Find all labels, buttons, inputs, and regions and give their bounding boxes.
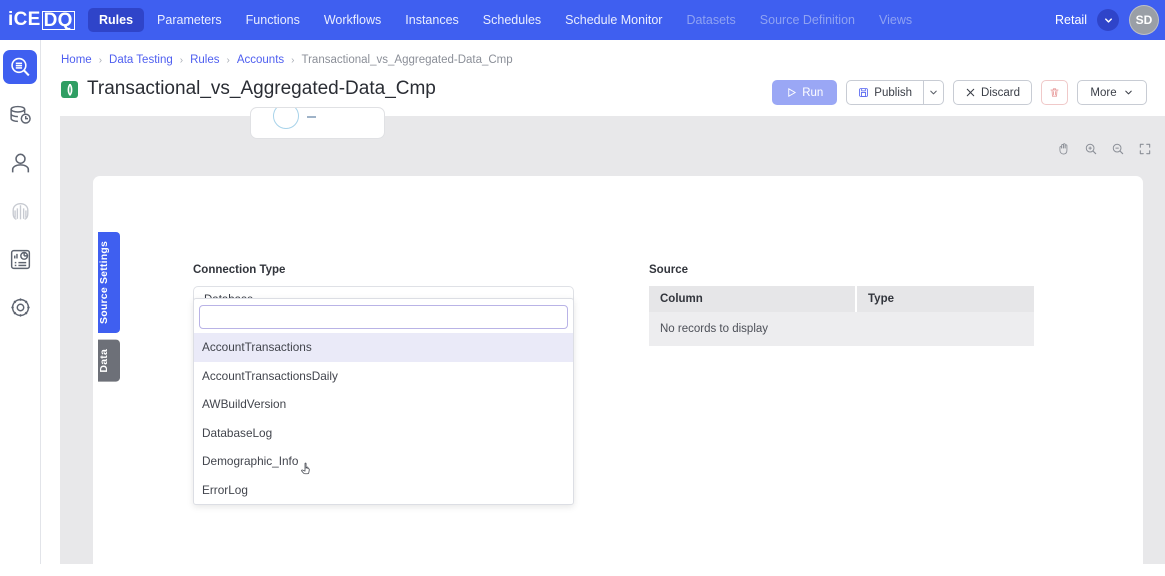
brand-boxed: DQ bbox=[41, 9, 75, 31]
breadcrumb-item-0[interactable]: Home bbox=[61, 54, 92, 66]
source-settings-panel: Source Settings Data Connection Type Data… bbox=[93, 176, 1143, 576]
nav-item-rules[interactable]: Rules bbox=[88, 8, 145, 32]
zoom-in-icon[interactable] bbox=[1084, 142, 1098, 156]
dropdown-option[interactable]: Demographic_Info bbox=[194, 447, 573, 476]
publish-chevron-down-icon[interactable] bbox=[923, 80, 945, 105]
dropdown-search-input[interactable] bbox=[199, 305, 568, 329]
run-button[interactable]: Run bbox=[772, 80, 838, 105]
breadcrumb-item-1[interactable]: Data Testing bbox=[109, 54, 173, 66]
top-navigation-bar: iCE DQ Rules Parameters Functions Workflows I… bbox=[0, 0, 1165, 40]
report-dashboard-icon[interactable] bbox=[3, 242, 37, 276]
table-dropdown-menu: AccountTransactions AccountTransactionsDa… bbox=[193, 298, 574, 505]
node-circle-icon bbox=[273, 108, 299, 129]
vtab-source-settings[interactable]: Source Settings bbox=[98, 232, 120, 333]
breadcrumb: Home › Data Testing › Rules › Accounts › Transac… bbox=[61, 54, 513, 66]
tenant-chevron-down-icon[interactable] bbox=[1097, 9, 1119, 31]
nav-item-functions[interactable]: Functions bbox=[235, 8, 311, 32]
publish-button[interactable]: Publish bbox=[846, 80, 924, 105]
tenant-label: Retail bbox=[1055, 13, 1087, 27]
canvas-tools bbox=[1057, 142, 1152, 156]
nav-item-parameters[interactable]: Parameters bbox=[146, 8, 233, 32]
dropdown-option[interactable]: AWBuildVersion bbox=[194, 390, 573, 419]
page-title-row: () Transactional_vs_Aggregated-Data_Cmp bbox=[61, 78, 436, 100]
source-column-header-column: Column bbox=[649, 286, 857, 312]
brand-logo[interactable]: iCE DQ bbox=[8, 9, 78, 31]
discard-button-label: Discard bbox=[981, 86, 1020, 99]
nav-item-datasets: Datasets bbox=[686, 13, 736, 27]
nav-item-views: Views bbox=[879, 13, 913, 27]
dropdown-option[interactable]: ErrorLog bbox=[194, 476, 573, 505]
breadcrumb-separator: › bbox=[226, 54, 230, 66]
nav-item-source-definition: Source Definition bbox=[759, 13, 855, 27]
breadcrumb-separator: › bbox=[291, 54, 295, 66]
mouse-cursor-icon bbox=[299, 460, 315, 483]
breadcrumb-item-3[interactable]: Accounts bbox=[237, 54, 284, 66]
more-button[interactable]: More bbox=[1077, 80, 1147, 105]
breadcrumb-separator: › bbox=[98, 54, 103, 66]
dropdown-option[interactable]: AccountTransactions bbox=[194, 333, 573, 362]
brand-prefix: iCE bbox=[8, 9, 41, 30]
page-actions: Run Publish Discard More bbox=[772, 80, 1147, 105]
user-icon[interactable] bbox=[3, 146, 37, 180]
nav-item-schedule-monitor[interactable]: Schedule Monitor bbox=[554, 8, 673, 32]
nav-items: Rules Parameters Functions Workflows Instanc… bbox=[88, 8, 923, 32]
breadcrumb-item-2[interactable]: Rules bbox=[190, 54, 219, 66]
gear-icon[interactable] bbox=[3, 290, 37, 324]
rule-canvas[interactable]: Source Settings Data Connection Type Data… bbox=[60, 107, 1165, 576]
panel-vertical-tabs: Source Settings Data bbox=[98, 232, 120, 382]
more-button-label: More bbox=[1090, 86, 1117, 99]
pan-hand-icon[interactable] bbox=[1057, 142, 1071, 156]
source-table-header: Column Type bbox=[649, 286, 1034, 312]
fit-screen-icon[interactable] bbox=[1138, 142, 1152, 156]
nav-item-instances[interactable]: Instances bbox=[394, 8, 470, 32]
breadcrumb-separator: › bbox=[179, 54, 184, 66]
discard-button[interactable]: Discard bbox=[953, 80, 1032, 105]
dropdown-option[interactable]: AccountTransactionsDaily bbox=[194, 362, 573, 391]
page-title: Transactional_vs_Aggregated-Data_Cmp bbox=[87, 78, 436, 99]
dropdown-options: AccountTransactions AccountTransactionsDa… bbox=[194, 333, 573, 504]
run-button-label: Run bbox=[802, 86, 824, 99]
source-column-header-type: Type bbox=[868, 293, 894, 305]
avatar[interactable]: SD bbox=[1129, 5, 1159, 35]
page-header: Home › Data Testing › Rules › Accounts › Transac… bbox=[41, 40, 1165, 116]
breadcrumb-item-4: Transactional_vs_Aggregated-Data_Cmp bbox=[301, 54, 513, 66]
rule-type-badge-icon: () bbox=[61, 80, 78, 98]
search-data-icon[interactable] bbox=[3, 50, 37, 84]
flow-node-card[interactable] bbox=[250, 107, 385, 139]
zoom-out-icon[interactable] bbox=[1111, 142, 1125, 156]
nav-item-schedules[interactable]: Schedules bbox=[472, 8, 552, 32]
vtab-data[interactable]: Data bbox=[98, 339, 120, 382]
source-table-empty-message: No records to display bbox=[649, 312, 1034, 346]
publish-split-button: Publish bbox=[846, 80, 945, 105]
publish-button-label: Publish bbox=[874, 86, 913, 99]
neural-network-icon[interactable] bbox=[3, 194, 37, 228]
source-title: Source bbox=[649, 264, 688, 276]
nav-item-workflows[interactable]: Workflows bbox=[313, 8, 392, 32]
database-connection-icon[interactable] bbox=[3, 98, 37, 132]
delete-button[interactable] bbox=[1041, 80, 1068, 105]
source-preview: Source Column Type No records to display bbox=[649, 264, 1034, 346]
left-icon-rail bbox=[0, 40, 41, 564]
nav-right-cluster: Retail SD bbox=[1055, 5, 1159, 35]
connection-type-label: Connection Type bbox=[193, 264, 286, 276]
node-connector-icon bbox=[307, 116, 316, 118]
dropdown-option[interactable]: DatabaseLog bbox=[194, 419, 573, 448]
